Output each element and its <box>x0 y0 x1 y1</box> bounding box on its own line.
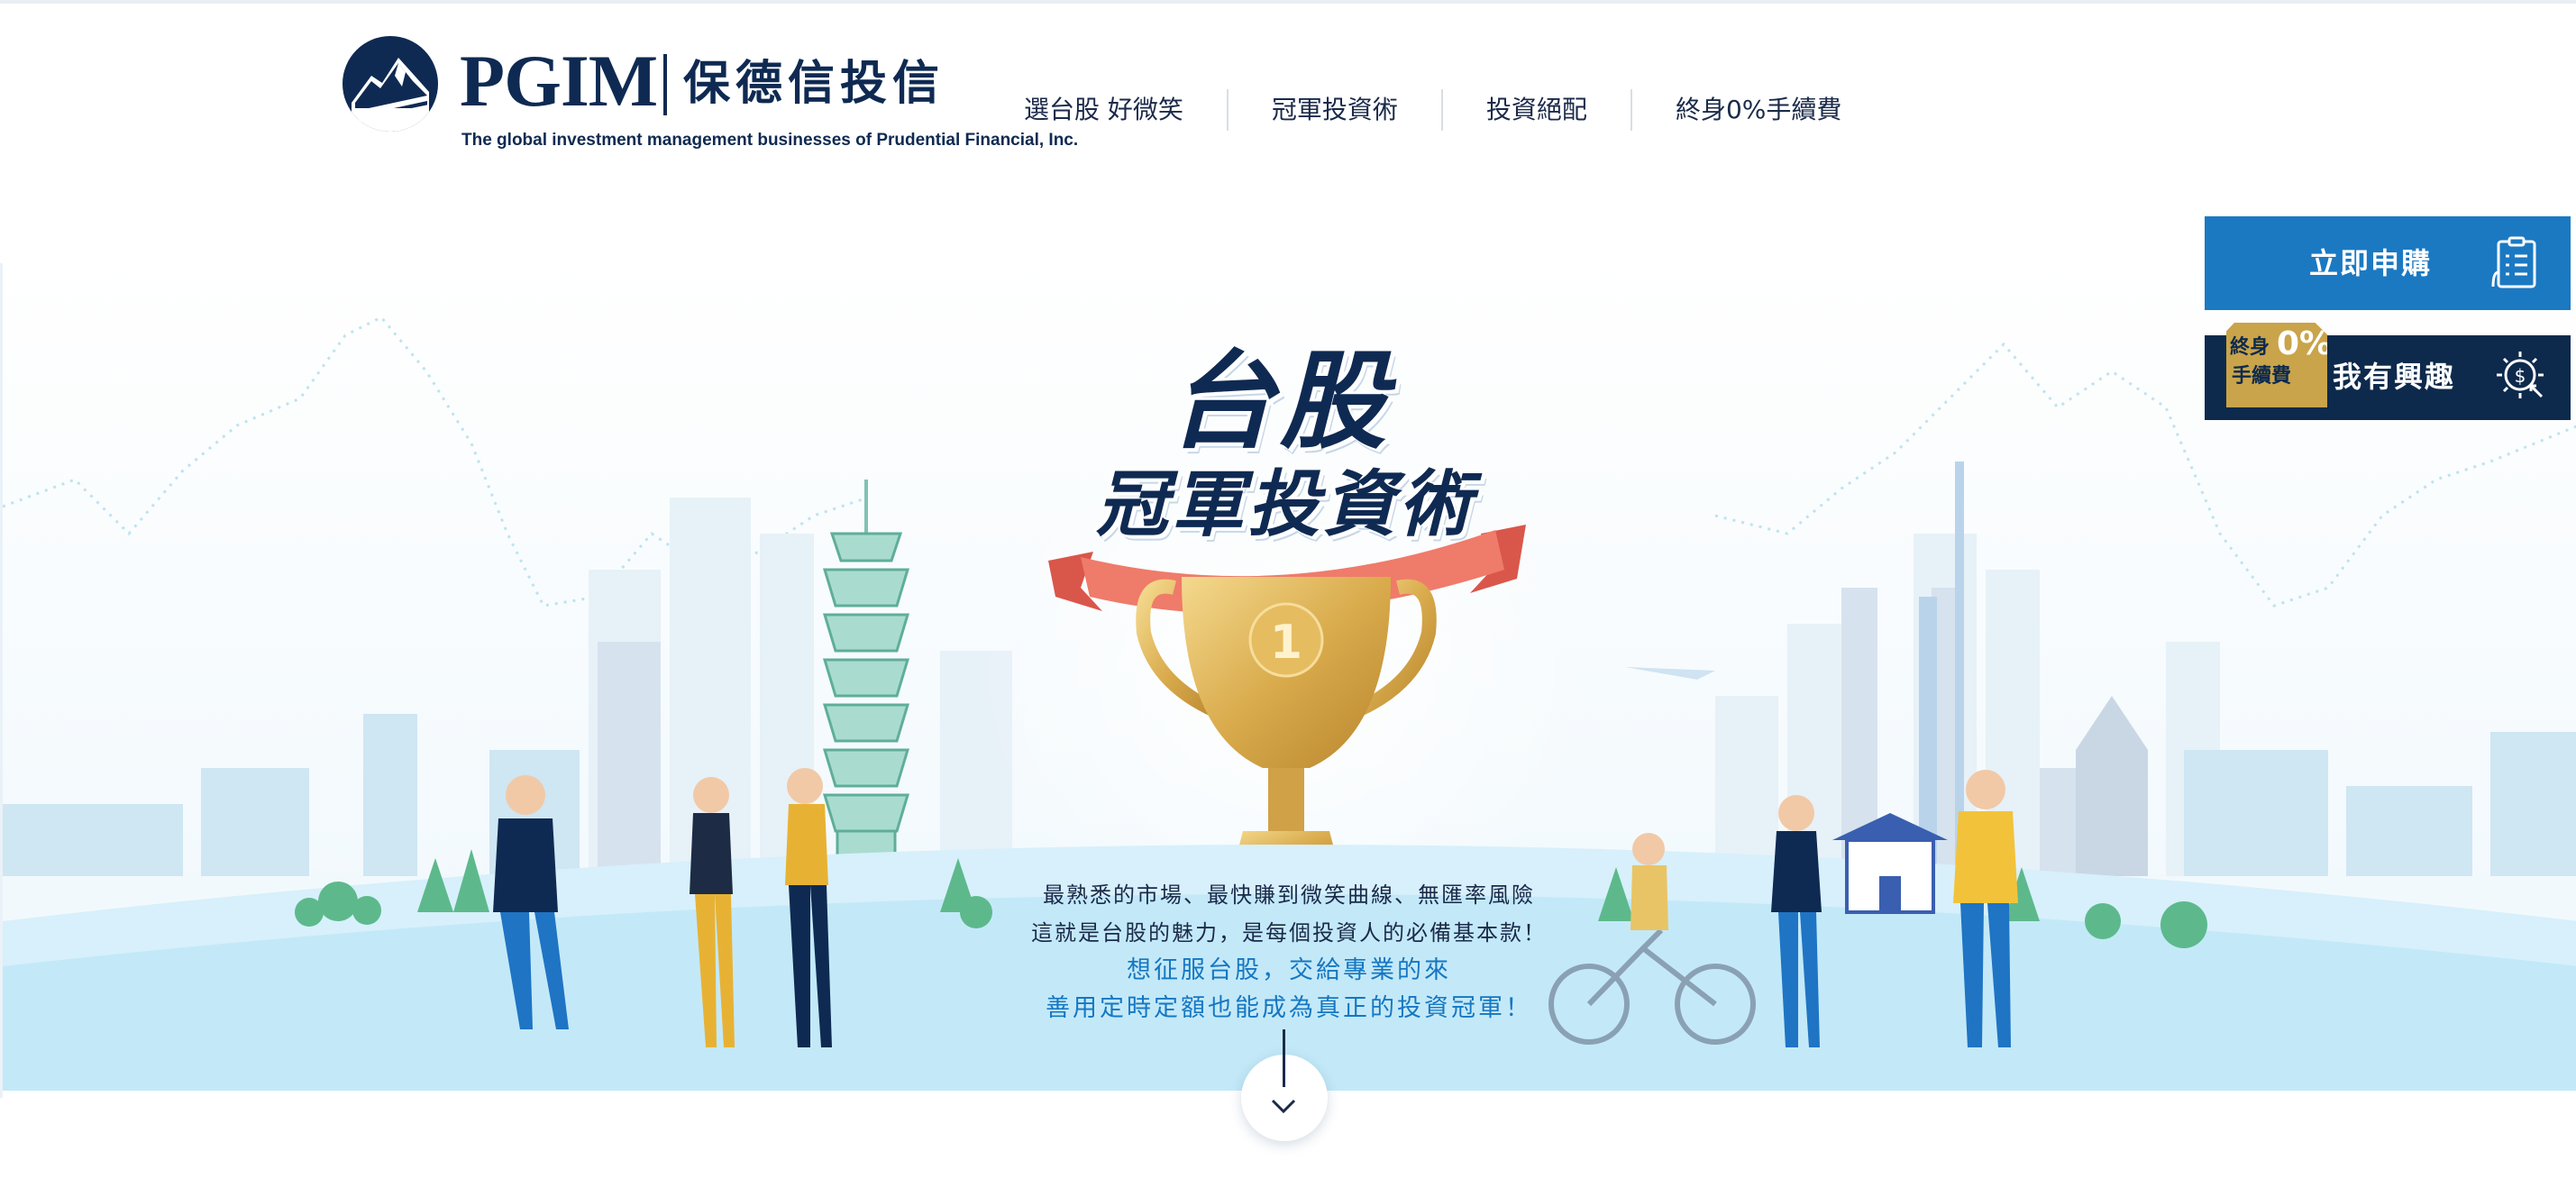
logo-chinese-name: 保德信投信 <box>683 57 945 111</box>
zero-fee-badge: 終身 0% 手續費 <box>2226 323 2327 407</box>
interest-label: 我有興趣 <box>2333 360 2456 394</box>
hero-accent-line: 善用定時定額也能成為真正的投資冠軍！ <box>1046 994 1532 1022</box>
logo-divider <box>663 54 667 115</box>
hero-accent-line: 想征服台股，交給專業的來 <box>1127 956 1451 984</box>
logo-wordmark: PGIM <box>460 40 658 122</box>
chevron-down-icon <box>1271 1099 1296 1114</box>
badge-percent: 0% <box>2277 325 2333 362</box>
nav-item-pick-stocks[interactable]: 選台股 好微笑 <box>1000 85 1227 135</box>
hero-copy-line: 這就是台股的魅力，是每個投資人的必備基本款！ <box>1031 920 1547 946</box>
hero-copy-line: 最熟悉的市場、最快賺到微笑曲線、無匯率風險 <box>1043 882 1535 908</box>
interest-button[interactable]: 終身 0% 手續費 我有興趣 $ <box>2205 323 2571 420</box>
taipei-101-icon <box>822 480 910 905</box>
badge-bottom-text: 手續費 <box>2232 365 2292 388</box>
page: PGIM 保德信投信 The global investment managem… <box>0 0 2576 1179</box>
nav-item-investment-match[interactable]: 投資絕配 <box>1443 85 1631 135</box>
svg-text:$: $ <box>2515 365 2526 387</box>
main-nav: 選台股 好微笑 冠軍投資術 投資絕配 終身0%手續費 <box>1000 85 1885 135</box>
hero-copy: 最熟悉的市場、最快賺到微笑曲線、無匯率風險 這就是台股的魅力，是每個投資人的必備… <box>973 876 1604 1028</box>
logo-tagline: The global investment management busines… <box>461 131 1079 150</box>
dollar-coin-cursor-icon: $ <box>2497 352 2544 398</box>
pgim-logo[interactable]: PGIM 保德信投信 The global investment managem… <box>343 32 1078 159</box>
form-list-icon <box>2491 236 2536 288</box>
nav-item-champion-strategy[interactable]: 冠軍投資術 <box>1229 85 1441 135</box>
hero-title-sub: 冠軍投資術 <box>1096 462 1475 546</box>
hero-title: 台股 <box>1028 343 1532 460</box>
nav-item-zero-fee[interactable]: 終身0%手續費 <box>1632 85 1885 135</box>
trophy-rank: 1 <box>1270 616 1302 670</box>
apply-now-button[interactable]: 立即申購 <box>2205 216 2571 310</box>
apply-now-label: 立即申購 <box>2309 246 2433 280</box>
badge-top-text: 終身 <box>2230 336 2270 359</box>
scroll-indicator-line <box>1283 1029 1285 1087</box>
rock-emblem-icon <box>343 36 438 132</box>
hero-title-main: 台股 <box>1167 339 1392 463</box>
top-border <box>0 0 2576 4</box>
